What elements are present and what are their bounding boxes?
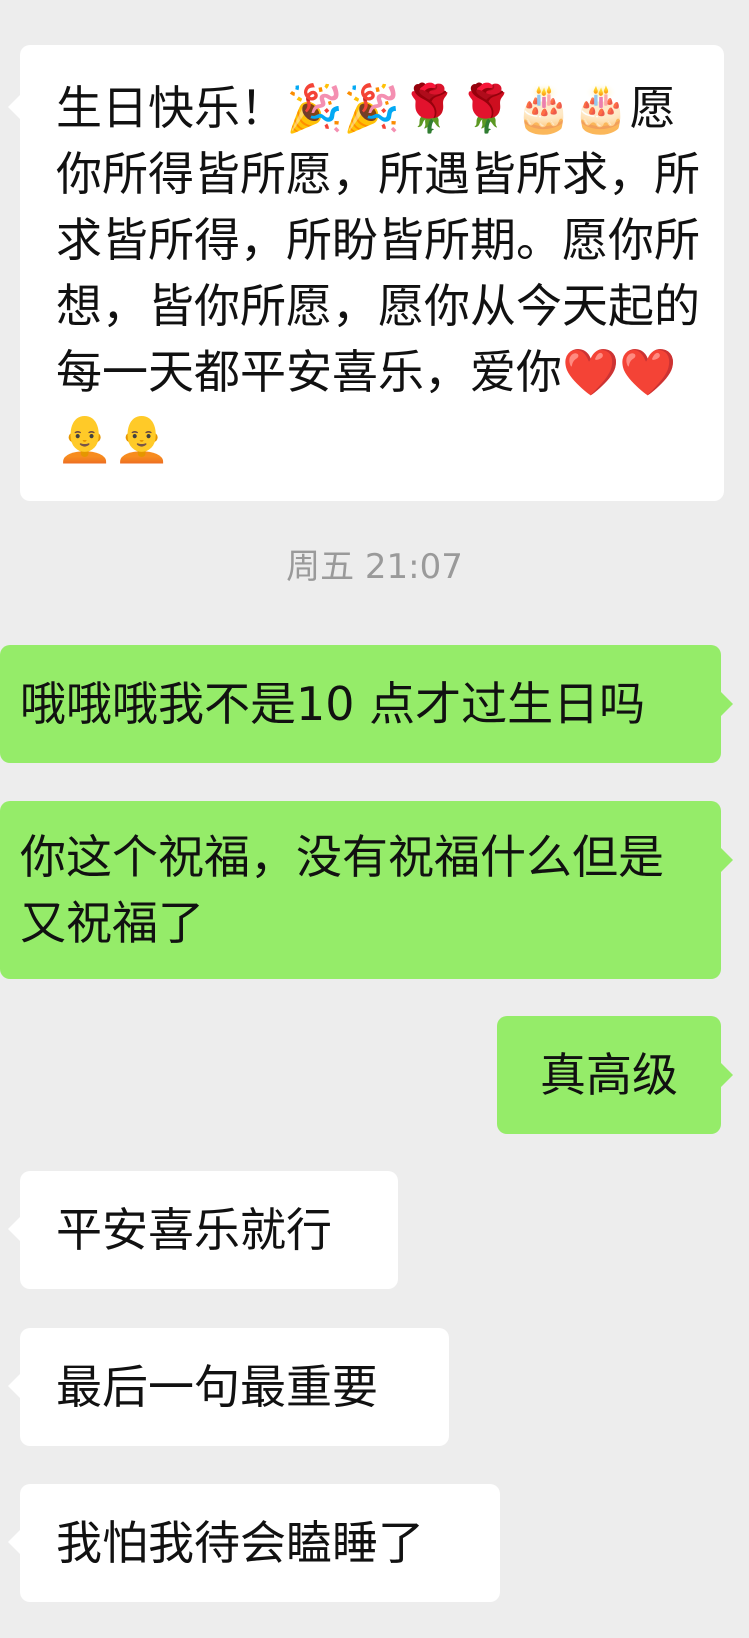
message-bubble-incoming[interactable]: 最后一句最重要 <box>8 1328 449 1446</box>
message-bubble-outgoing[interactable]: 真高级 <box>497 1016 733 1134</box>
message-text: 你这个祝福，没有祝福什么但是又祝福了 <box>20 830 664 950</box>
message-bubble-incoming[interactable]: 我怕我待会瞌睡了 <box>8 1484 500 1602</box>
message-bubble-incoming[interactable]: 平安喜乐就行 <box>8 1171 398 1289</box>
message-text: 生日快乐！🎉🎉🌹🌹🎂🎂愿你所得皆所愿，所遇皆所求，所求皆所得，所盼皆所期。愿你所… <box>56 81 700 465</box>
message-text: 平安喜乐就行 <box>56 1203 332 1257</box>
message-text: 最后一句最重要 <box>56 1360 378 1414</box>
chat-message-list[interactable]: 生日快乐！🎉🎉🌹🌹🎂🎂愿你所得皆所愿，所遇皆所求，所求皆所得，所盼皆所期。愿你所… <box>0 0 749 1638</box>
message-text: 我怕我待会瞌睡了 <box>56 1516 424 1570</box>
message-bubble-outgoing[interactable]: 你这个祝福，没有祝福什么但是又祝福了 <box>0 801 733 979</box>
message-bubble-outgoing[interactable]: 哦哦哦我不是10 点才过生日吗 <box>0 645 733 763</box>
message-bubble-incoming[interactable]: 生日快乐！🎉🎉🌹🌹🎂🎂愿你所得皆所愿，所遇皆所求，所求皆所得，所盼皆所期。愿你所… <box>8 45 724 501</box>
message-text: 哦哦哦我不是10 点才过生日吗 <box>20 677 646 731</box>
message-timestamp: 周五 21:07 <box>286 547 463 587</box>
message-text: 真高级 <box>540 1048 678 1102</box>
